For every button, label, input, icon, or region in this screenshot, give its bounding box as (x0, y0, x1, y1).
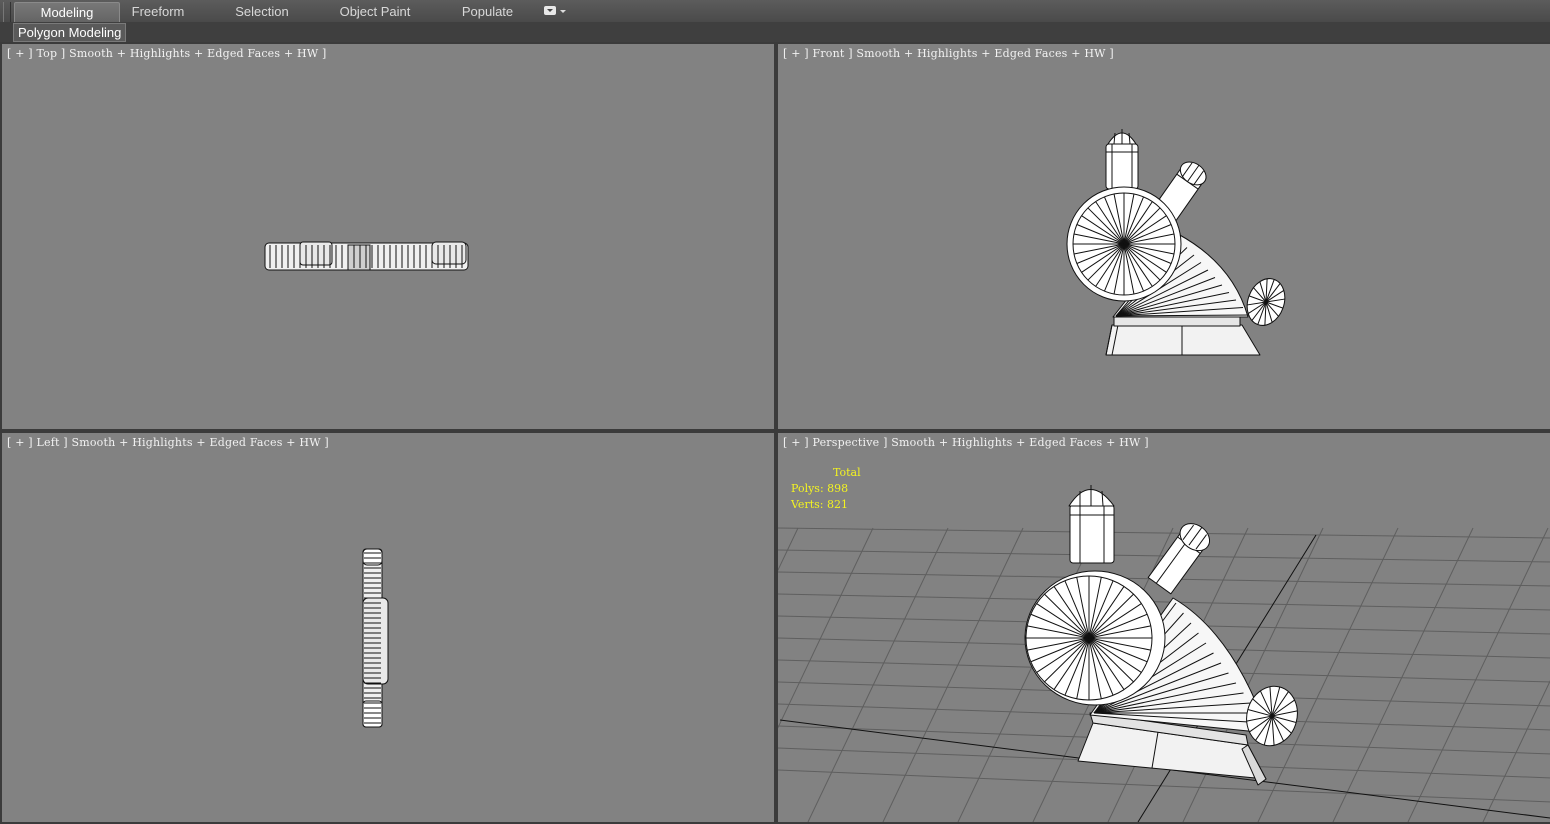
tab-modeling[interactable]: Modeling (14, 2, 120, 22)
tab-selection[interactable]: Selection (222, 2, 302, 21)
tab-populate[interactable]: Populate (450, 2, 525, 21)
viewport-front[interactable]: [ + ] Front ] Smooth + Highlights + Edge… (776, 42, 1550, 431)
model-perspective-view (778, 485, 1550, 822)
model-front-view (1066, 129, 1286, 356)
ribbon-tab-bar: Modeling Freeform Selection Object Paint… (0, 0, 1550, 40)
dropdown-menu-icon[interactable] (543, 5, 567, 18)
tab-object-paint[interactable]: Object Paint (330, 2, 420, 21)
model-left-view (362, 548, 389, 728)
polygon-modeling-panel-button[interactable]: Polygon Modeling (13, 23, 127, 42)
viewport-left[interactable]: [ + ] Left ] Smooth + Highlights + Edged… (0, 431, 776, 824)
model-top-view (264, 241, 469, 271)
viewport-perspective[interactable]: [ + ] Perspective ] Smooth + Highlights … (776, 431, 1550, 824)
viewport-top[interactable]: [ + ] Top ] Smooth + Highlights + Edged … (0, 42, 776, 431)
tab-freeform[interactable]: Freeform (117, 2, 199, 21)
ribbon-panel-row: Polygon Modeling (0, 22, 1550, 43)
